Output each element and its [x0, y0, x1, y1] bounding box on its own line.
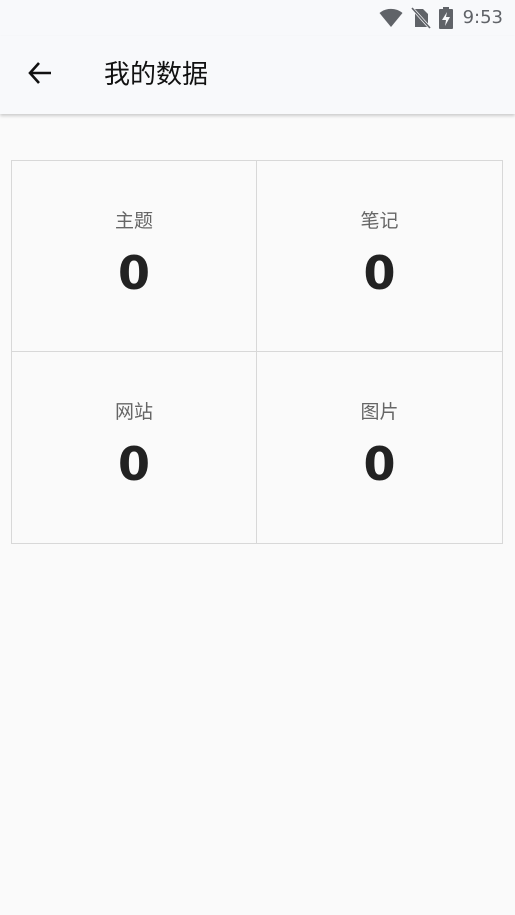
status-icons: 9:53	[379, 6, 503, 30]
stat-label: 主题	[114, 210, 153, 232]
app-bar: 我的数据	[0, 36, 515, 114]
stat-card-topics[interactable]: 主题 0	[12, 161, 257, 352]
stats-grid: 主题 0 笔记 0 网站 0 图片 0	[11, 160, 503, 544]
stat-card-websites[interactable]: 网站 0	[12, 352, 257, 543]
stat-value: 0	[117, 437, 150, 491]
stat-card-images[interactable]: 图片 0	[257, 352, 502, 543]
stat-label: 笔记	[360, 210, 399, 232]
stat-label: 网站	[114, 401, 153, 423]
screen: 9:53 我的数据 主题 0 笔记 0 网站 0 图片 0	[0, 0, 515, 915]
stat-value: 0	[363, 437, 396, 491]
stat-card-notes[interactable]: 笔记 0	[257, 161, 502, 352]
battery-charging-icon	[438, 7, 453, 29]
status-time: 9:53	[462, 7, 503, 28]
arrow-left-icon	[27, 60, 53, 90]
stat-value: 0	[363, 246, 396, 300]
no-sim-icon	[410, 7, 431, 29]
wifi-icon	[379, 8, 403, 28]
page-title: 我的数据	[104, 60, 209, 90]
stat-value: 0	[117, 246, 150, 300]
status-bar: 9:53	[0, 0, 515, 36]
stat-label: 图片	[360, 401, 399, 423]
back-button[interactable]	[20, 56, 60, 94]
